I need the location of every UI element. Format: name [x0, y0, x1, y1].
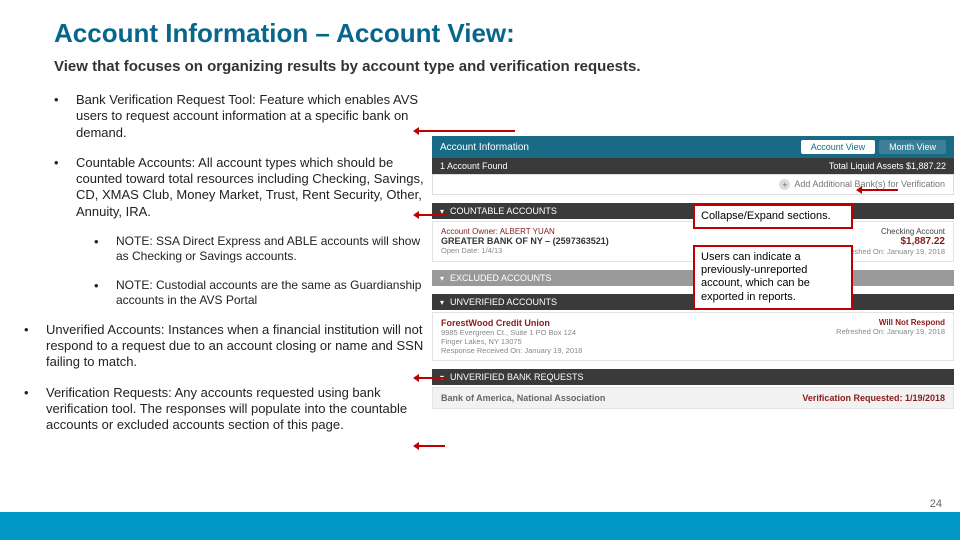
- shot-header-title: Account Information: [440, 142, 529, 153]
- open-date: Open Date: 1/4/13: [441, 246, 609, 255]
- slide-subtitle: View that focuses on organizing results …: [54, 58, 641, 75]
- unverified-date: Response Received On: January 19, 2018: [441, 346, 582, 355]
- callout-unreported-account: Users can indicate a previously-unreport…: [693, 245, 853, 310]
- section-requests[interactable]: ▾ UNVERIFIED BANK REQUESTS: [432, 369, 954, 385]
- bullet-note-custodial: •NOTE: Custodial accounts are the same a…: [94, 278, 424, 308]
- footer-bar: [0, 512, 960, 540]
- request-status: Verification Requested: 1/19/2018: [802, 393, 945, 403]
- add-bank-row[interactable]: + Add Additional Bank(s) for Verificatio…: [432, 174, 954, 195]
- slide-title: Account Information – Account View:: [54, 18, 515, 49]
- arrow-icon: [415, 377, 445, 379]
- summary-bar: 1 Account Found Total Liquid Assets $1,8…: [432, 158, 954, 174]
- arrow-icon: [415, 445, 445, 447]
- request-bank: Bank of America, National Association: [441, 393, 605, 403]
- account-owner: Account Owner: ALBERT YUAN: [441, 227, 609, 236]
- tab-account-view[interactable]: Account View: [801, 140, 875, 154]
- accounts-found: 1 Account Found: [440, 161, 508, 171]
- arrow-icon: [858, 189, 898, 191]
- plus-icon: +: [779, 179, 790, 190]
- arrow-icon: [415, 130, 515, 132]
- total-liquid-assets: Total Liquid Assets $1,887.22: [829, 161, 946, 171]
- countable-bank: GREATER BANK OF NY – (2597363521): [441, 236, 609, 246]
- callout-collapse-expand: Collapse/Expand sections.: [693, 204, 853, 229]
- bullet-list: •Bank Verification Request Tool: Feature…: [54, 92, 424, 447]
- arrow-icon: [415, 214, 445, 216]
- unverified-city: Finger Lakes, NY 13075: [441, 337, 582, 346]
- bullet-unverified: •Unverified Accounts: Instances when a f…: [24, 322, 424, 371]
- bullet-countable: •Countable Accounts: All account types w…: [54, 155, 424, 220]
- verification-request-card[interactable]: Bank of America, National Association Ve…: [432, 387, 954, 409]
- unverified-bank: ForestWood Credit Union: [441, 318, 582, 328]
- bullet-note-ssa: •NOTE: SSA Direct Express and ABLE accou…: [94, 234, 424, 264]
- unverified-addr: 9985 Evergreen Ct., Suite 1 PO Box 124: [441, 328, 582, 337]
- bullet-bank-verification: •Bank Verification Request Tool: Feature…: [54, 92, 424, 141]
- tab-month-view[interactable]: Month View: [879, 140, 946, 154]
- chevron-down-icon: ▾: [440, 274, 444, 283]
- shot-header: Account Information Account View Month V…: [432, 136, 954, 158]
- unverified-account-card[interactable]: ForestWood Credit Union 9985 Evergreen C…: [432, 312, 954, 361]
- unverified-ref: Refreshed On: January 19, 2018: [836, 327, 945, 336]
- chevron-down-icon: ▾: [440, 298, 444, 307]
- bullet-verification-requests: •Verification Requests: Any accounts req…: [24, 385, 424, 434]
- page-number: 24: [930, 498, 942, 510]
- unverified-status: Will Not Respond: [836, 318, 945, 327]
